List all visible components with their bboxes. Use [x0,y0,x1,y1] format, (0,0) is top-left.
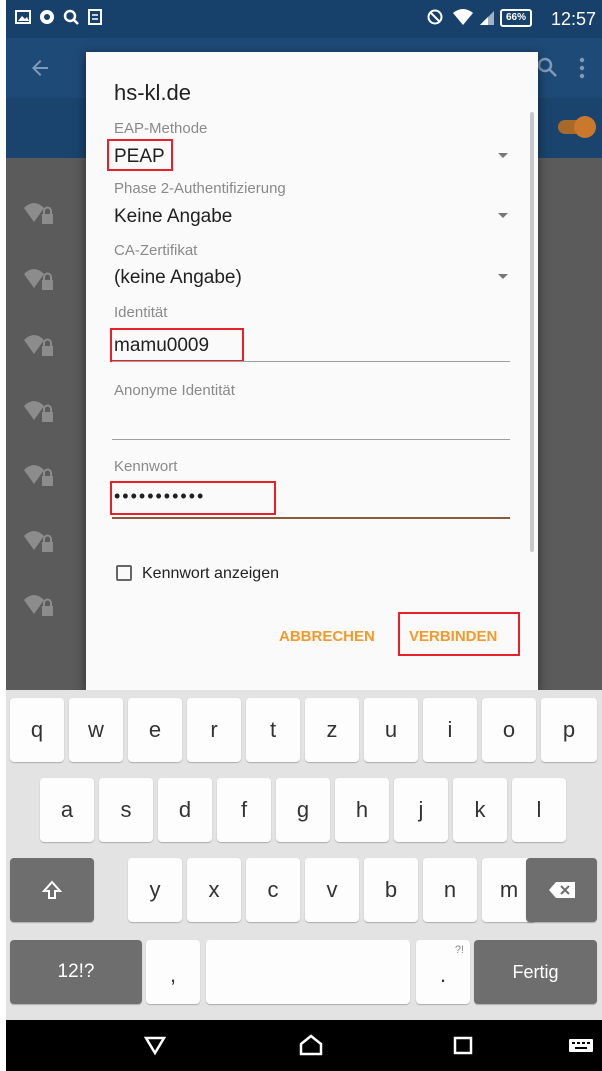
backspace-icon [549,882,575,898]
key-n[interactable]: n [423,858,477,922]
phase2-value[interactable]: Keine Angabe [114,206,232,228]
key-a[interactable]: a [40,778,94,842]
navigation-bar [6,1020,602,1071]
status-time: 12:57 [550,9,596,29]
search-icon [63,9,79,25]
wifi-lock-icon[interactable] [22,198,56,228]
image-icon [15,10,31,24]
key-b[interactable]: b [364,858,418,922]
symbols-key[interactable]: 12!? [10,940,142,1004]
password-highlight-box [110,481,276,515]
key-r[interactable]: r [187,698,241,762]
dialog-scrollbar[interactable] [530,112,534,552]
key-k[interactable]: k [453,778,507,842]
back-arrow-icon[interactable] [28,56,52,80]
key-c[interactable]: c [246,858,300,922]
wifi-icon [453,9,473,25]
eap-highlight-box [107,139,173,171]
anon-identity-underline [112,439,510,440]
more-options-icon[interactable] [578,56,586,80]
status-bar: 66% 12:57 [6,0,602,38]
key-p[interactable]: p [541,698,597,762]
identity-label: Identität [114,304,168,321]
soft-keyboard: q w e r t z u i o p a s d f g h j k l y … [6,690,602,1020]
signal-icon [480,11,494,25]
key-s[interactable]: s [99,778,153,842]
key-e[interactable]: e [128,698,182,762]
wifi-lock-icon[interactable] [22,396,56,426]
phase2-label: Phase 2-Authentifizierung [114,180,286,197]
clipboard-icon [88,9,102,25]
wifi-lock-icon[interactable] [22,526,56,556]
connect-highlight-box [398,612,520,656]
key-u[interactable]: u [364,698,418,762]
eap-method-dropdown-icon[interactable] [498,153,508,158]
key-o[interactable]: o [482,698,536,762]
key-f[interactable]: f [217,778,271,842]
key-j[interactable]: j [394,778,448,842]
key-z[interactable]: z [305,698,359,762]
done-key[interactable]: Fertig [474,940,597,1004]
password-underline-focused [112,517,510,519]
wifi-credentials-dialog: hs-kl.de EAP-Methode PEAP Phase 2-Authen… [86,52,538,692]
key-l[interactable]: l [512,778,566,842]
password-label: Kennwort [114,458,178,475]
ca-cert-label: CA-Zertifikat [114,242,198,259]
search-icon[interactable] [536,56,558,78]
key-q[interactable]: q [10,698,64,762]
back-icon[interactable] [140,1030,170,1060]
wifi-lock-icon[interactable] [22,264,56,294]
phone-screen: 66% 12:57 hs-kl.de EAP-Methode PEAP Phas… [6,0,602,1071]
period-key[interactable]: ?! . [416,940,470,1004]
ca-cert-value[interactable]: (keine Angabe) [114,267,242,289]
show-password-checkbox[interactable] [116,565,132,581]
key-g[interactable]: g [276,778,330,842]
chrome-icon [40,10,54,24]
comma-key[interactable]: , [146,940,200,1004]
phase2-dropdown-icon[interactable] [498,213,508,218]
key-i[interactable]: i [423,698,477,762]
wifi-lock-icon[interactable] [22,590,56,620]
identity-underline [112,361,510,362]
eap-method-label: EAP-Methode [114,120,208,137]
key-v[interactable]: v [305,858,359,922]
battery-indicator: 66% [500,9,532,27]
wifi-lock-icon[interactable] [22,460,56,490]
key-t[interactable]: t [246,698,300,762]
key-h[interactable]: h [335,778,389,842]
identity-highlight-box [110,328,244,362]
recents-icon[interactable] [448,1030,478,1060]
ca-cert-dropdown-icon[interactable] [498,274,508,279]
key-w[interactable]: w [69,698,123,762]
block-icon [427,9,443,25]
backspace-key[interactable] [526,858,597,922]
wifi-toggle-switch[interactable] [558,116,596,138]
anon-identity-label: Anonyme Identität [114,382,235,399]
wifi-lock-icon[interactable] [22,330,56,360]
dialog-title: hs-kl.de [114,80,192,105]
keyboard-icon[interactable] [566,1030,596,1060]
shift-key[interactable] [10,858,94,922]
key-y[interactable]: y [128,858,182,922]
show-password-label[interactable]: Kennwort anzeigen [142,565,279,583]
key-d[interactable]: d [158,778,212,842]
home-icon[interactable] [296,1030,326,1060]
space-key[interactable] [206,940,410,1004]
key-x[interactable]: x [187,858,241,922]
cancel-button[interactable]: ABBRECHEN [279,628,375,645]
shift-icon [42,880,62,899]
